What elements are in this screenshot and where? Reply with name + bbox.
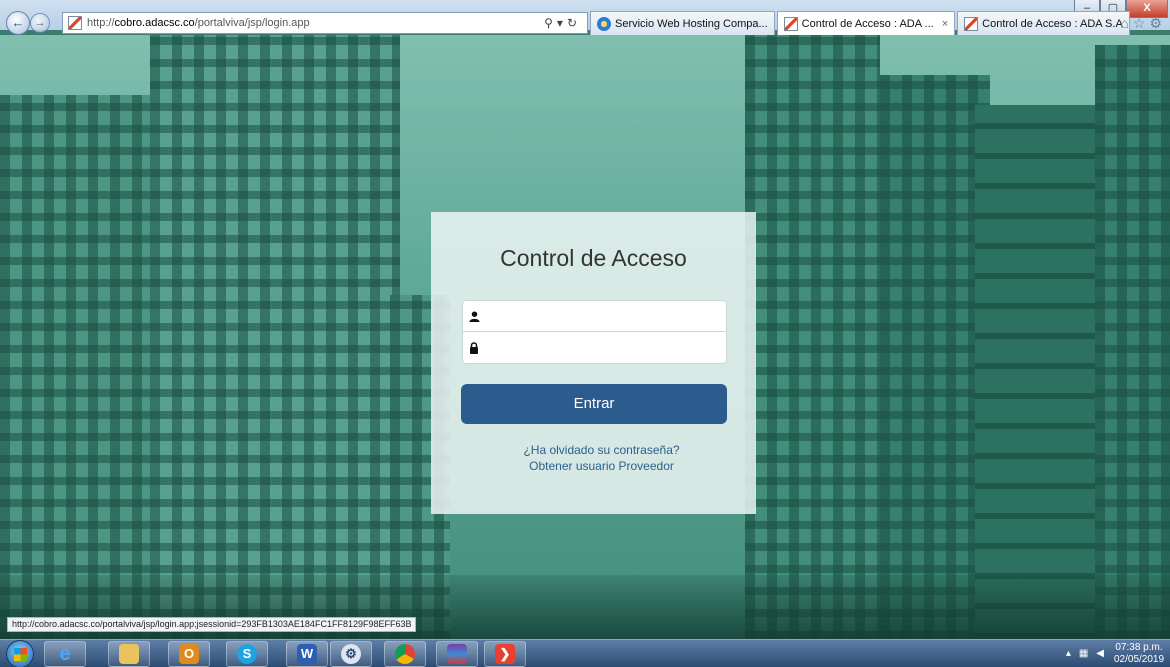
winrar-icon[interactable] xyxy=(436,641,478,667)
file-explorer-icon[interactable] xyxy=(108,641,150,667)
tab-strip: Servicio Web Hosting Compa... Control de… xyxy=(590,11,1132,35)
tab-label: Control de Acceso : ADA S.A xyxy=(982,17,1123,30)
site-favicon-icon xyxy=(68,16,82,30)
anydesk-icon[interactable]: ❯ xyxy=(484,641,526,667)
ie-icon xyxy=(597,16,611,31)
network-icon[interactable]: ▦ xyxy=(1079,648,1096,659)
refresh-icon[interactable]: ↻ xyxy=(567,16,581,30)
chrome-icon[interactable] xyxy=(384,641,426,667)
search-icon[interactable]: ⚲ xyxy=(544,16,557,30)
lock-icon xyxy=(463,341,485,354)
address-text[interactable]: http://cobro.adacsc.co/portalviva/jsp/lo… xyxy=(87,17,544,29)
tools-gear-icon[interactable]: ⚙ xyxy=(1149,15,1166,31)
word-icon[interactable]: W xyxy=(286,641,328,667)
tab-hosting[interactable]: Servicio Web Hosting Compa... xyxy=(590,11,775,35)
taskbar-clock[interactable]: 07:38 p.m. 02/05/2019 xyxy=(1114,642,1164,666)
tab-control-acceso[interactable]: Control de Acceso : ADA S.A xyxy=(957,11,1130,35)
back-button[interactable]: ← xyxy=(6,11,30,35)
password-input[interactable] xyxy=(485,332,726,363)
site-icon xyxy=(783,16,798,31)
login-panel: Control de Acceso Entrar ¿Ha olvidado su… xyxy=(431,212,756,514)
tab-label: Servicio Web Hosting Compa... xyxy=(615,17,768,30)
dropdown-icon[interactable]: ▾ xyxy=(557,16,567,30)
address-prefix: http:// xyxy=(87,17,115,29)
forgot-password-link[interactable]: ¿Ha olvidado su contraseña? xyxy=(439,443,764,457)
system-tray[interactable]: ▴▦◀ xyxy=(1066,648,1112,659)
volume-icon[interactable]: ◀ xyxy=(1096,648,1112,659)
skype-icon[interactable]: S xyxy=(226,641,268,667)
browser-toolbar-icons: ⌂☆⚙ xyxy=(1120,15,1166,32)
forward-button[interactable]: → xyxy=(30,13,50,33)
user-icon xyxy=(463,310,485,322)
site-icon xyxy=(964,16,979,31)
address-path: /portalviva/jsp/login.app xyxy=(194,17,310,29)
login-submit-button[interactable]: Entrar xyxy=(461,384,727,424)
settings-icon[interactable]: ⚙ xyxy=(330,641,372,667)
tab-label: Control de Acceso : ADA ... xyxy=(801,17,934,30)
outlook-icon[interactable]: O xyxy=(168,641,210,667)
clock-date: 02/05/2019 xyxy=(1114,654,1165,665)
internet-explorer-icon[interactable]: e xyxy=(44,641,86,667)
windows-taskbar: e O S W ⚙ ❯ ▴▦◀ 07:38 p.m. 02/05/2019 xyxy=(0,639,1170,667)
close-tab-icon[interactable]: × xyxy=(942,18,948,30)
provider-user-link[interactable]: Obtener usuario Proveedor xyxy=(439,459,764,473)
back-arrow-icon: ← xyxy=(11,15,25,30)
username-input[interactable] xyxy=(485,301,726,331)
forward-arrow-icon: → xyxy=(34,17,46,29)
tab-control-acceso-active[interactable]: Control de Acceso : ADA ... × xyxy=(776,11,956,35)
show-hidden-icons-icon[interactable]: ▴ xyxy=(1066,648,1079,659)
address-bar[interactable]: http://cobro.adacsc.co/portalviva/jsp/lo… xyxy=(62,12,588,34)
address-actions[interactable]: ⚲▾↻ xyxy=(544,16,587,30)
status-bar: http://cobro.adacsc.co/portalviva/jsp/lo… xyxy=(7,617,417,632)
home-icon[interactable]: ⌂ xyxy=(1120,15,1132,31)
browser-navbar: ← → http://cobro.adacsc.co/portalviva/js… xyxy=(0,11,1170,35)
password-group[interactable] xyxy=(462,332,727,364)
address-host: cobro.adacsc.co xyxy=(114,17,195,29)
favorites-star-icon[interactable]: ☆ xyxy=(1133,15,1150,31)
clock-time: 07:38 p.m. xyxy=(1115,642,1163,653)
username-group[interactable] xyxy=(462,300,727,332)
start-orb[interactable] xyxy=(6,640,34,667)
login-title: Control de Acceso xyxy=(500,245,687,271)
